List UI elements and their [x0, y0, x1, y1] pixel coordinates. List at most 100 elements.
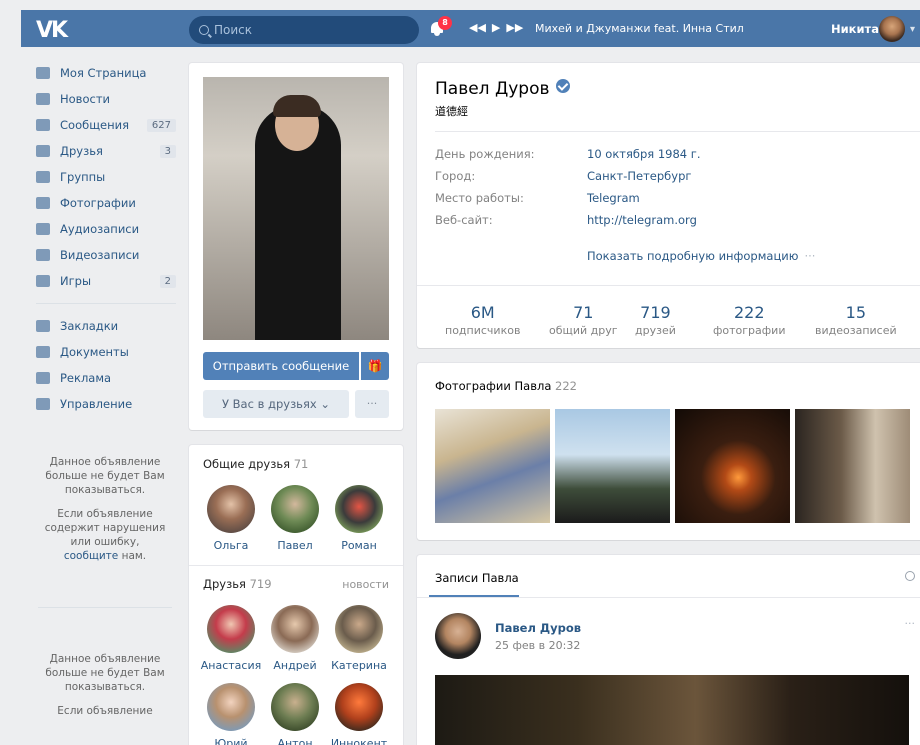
friend[interactable]: Юрий: [199, 683, 263, 745]
photo-thumbnail[interactable]: [795, 409, 910, 523]
messages-icon: [36, 119, 50, 131]
info-value[interactable]: Telegram: [587, 191, 640, 205]
prev-track-icon[interactable]: ◀◀: [469, 21, 486, 34]
sidebar-item[interactable]: Видеозаписи: [30, 242, 180, 268]
friend-name[interactable]: Антон: [263, 737, 327, 745]
friend-avatar[interactable]: [271, 605, 319, 653]
wall-card: Записи Павла Павел Дуров 25 фев в 20:32 …: [417, 555, 920, 745]
info-label: Место работы:: [435, 191, 524, 205]
stat-label: фотографии: [713, 324, 786, 337]
info-divider: [435, 131, 920, 132]
next-track-icon[interactable]: ▶▶: [506, 21, 523, 34]
friend-name[interactable]: Ольга: [199, 539, 263, 552]
sidebar-divider: [38, 607, 172, 608]
sidebar-item-label: Сообщения: [60, 118, 130, 132]
photo-thumbnail[interactable]: [555, 409, 670, 523]
info-value[interactable]: Санкт-Петербург: [587, 169, 691, 183]
more-actions-button[interactable]: ···: [355, 390, 389, 418]
sidebar-item-label: Аудиозаписи: [60, 222, 140, 236]
current-track-title[interactable]: Михей и Джуманжи feat. Инна Стил –...: [535, 22, 745, 35]
sidebar-item[interactable]: Документы: [30, 339, 180, 365]
friend[interactable]: Иннокент: [327, 683, 391, 745]
friend-avatar[interactable]: [335, 485, 383, 533]
common-friends-title[interactable]: Общие друзья 71: [203, 457, 308, 471]
sidebar-item[interactable]: Новости: [30, 86, 180, 112]
sidebar-item[interactable]: Моя Страница: [30, 60, 180, 86]
friend-avatar[interactable]: [335, 605, 383, 653]
sidebar-item[interactable]: Управление: [30, 391, 180, 417]
sidebar-item[interactable]: Игры 2: [30, 268, 180, 294]
post-image[interactable]: [435, 675, 909, 745]
send-message-button[interactable]: Отправить сообщение: [203, 352, 359, 380]
play-icon[interactable]: ▶: [492, 21, 500, 34]
megaphone-icon: [36, 372, 50, 384]
info-label: День рождения:: [435, 147, 535, 161]
friend[interactable]: Андрей: [263, 605, 327, 672]
profile-stat[interactable]: 6M подписчиков: [445, 303, 520, 337]
friend-avatar[interactable]: [207, 683, 255, 731]
post-date[interactable]: 25 фев в 20:32: [495, 639, 580, 652]
common-friend[interactable]: Ольга: [199, 485, 263, 552]
user-avatar[interactable]: [879, 16, 905, 42]
stat-value: 6M: [470, 303, 495, 322]
post-author-avatar[interactable]: [435, 613, 481, 659]
profile-photo[interactable]: [203, 77, 389, 340]
post-author-name[interactable]: Павел Дуров: [495, 621, 581, 635]
friend-name[interactable]: Павел: [263, 539, 327, 552]
sidebar-item[interactable]: Группы: [30, 164, 180, 190]
friend-avatar[interactable]: [271, 485, 319, 533]
profile-stat[interactable]: 71 общий друг: [549, 303, 618, 337]
ad-hidden-text: Данное объявление больше не будет Вам по…: [45, 456, 165, 496]
home-icon: [36, 67, 50, 79]
profile-stat[interactable]: 15 видеозаписей: [815, 303, 897, 337]
friend-name[interactable]: Юрий: [199, 737, 263, 745]
search-input[interactable]: Поиск: [189, 16, 419, 44]
wall-tab[interactable]: Записи Павла: [435, 571, 519, 585]
info-value[interactable]: 10 октября 1984 г.: [587, 147, 700, 161]
profile-stat[interactable]: 222 фотографии: [713, 303, 785, 337]
friend-avatar[interactable]: [335, 683, 383, 731]
sidebar-item[interactable]: Фотографии: [30, 190, 180, 216]
sidebar-item-label: Фотографии: [60, 196, 136, 210]
user-name[interactable]: Никита: [831, 22, 879, 36]
profile-stat[interactable]: 719 друзей: [635, 303, 676, 337]
verified-icon[interactable]: [555, 79, 570, 93]
photo-thumbnail[interactable]: [435, 409, 550, 523]
friend-avatar[interactable]: [207, 485, 255, 533]
friend-name[interactable]: Анастасия: [199, 659, 263, 672]
notifications-badge: 8: [438, 16, 452, 30]
sidebar-item-label: Закладки: [60, 319, 119, 333]
sidebar-item[interactable]: Друзья 3: [30, 138, 180, 164]
friend-name[interactable]: Иннокент: [327, 737, 391, 745]
photos-title[interactable]: Фотографии Павла 222: [435, 379, 577, 393]
post-menu-icon[interactable]: ···: [905, 617, 916, 630]
friend-status-button[interactable]: У Вас в друзьях ⌄: [203, 390, 349, 418]
friend-name[interactable]: Роман: [327, 539, 391, 552]
friend[interactable]: Анастасия: [199, 605, 263, 672]
vk-logo[interactable]: VK: [36, 18, 68, 43]
notifications-bell-icon[interactable]: 8: [429, 16, 452, 37]
friend-avatar[interactable]: [271, 683, 319, 731]
friends-news-link[interactable]: новости: [342, 578, 389, 591]
report-link[interactable]: сообщите: [64, 550, 118, 562]
friend-avatar[interactable]: [207, 605, 255, 653]
sidebar-item[interactable]: Сообщения 627: [30, 112, 180, 138]
friends-title[interactable]: Друзья 719: [203, 577, 272, 591]
profile-status[interactable]: 道德經: [435, 103, 468, 119]
stat-value: 719: [640, 303, 671, 322]
friend[interactable]: Катерина: [327, 605, 391, 672]
friend-name[interactable]: Андрей: [263, 659, 327, 672]
gift-icon[interactable]: 🎁: [361, 352, 389, 380]
photo-thumbnail[interactable]: [675, 409, 790, 523]
friend-name[interactable]: Катерина: [327, 659, 391, 672]
search-icon[interactable]: [905, 571, 915, 581]
chevron-down-icon[interactable]: ▾: [910, 24, 915, 35]
show-more-info-link[interactable]: Показать подробную информацию ···: [587, 249, 815, 263]
common-friend[interactable]: Роман: [327, 485, 391, 552]
common-friend[interactable]: Павел: [263, 485, 327, 552]
info-value[interactable]: http://telegram.org: [587, 213, 697, 227]
sidebar-item[interactable]: Закладки: [30, 313, 180, 339]
friend[interactable]: Антон: [263, 683, 327, 745]
sidebar-item[interactable]: Реклама: [30, 365, 180, 391]
sidebar-item[interactable]: Аудиозаписи: [30, 216, 180, 242]
